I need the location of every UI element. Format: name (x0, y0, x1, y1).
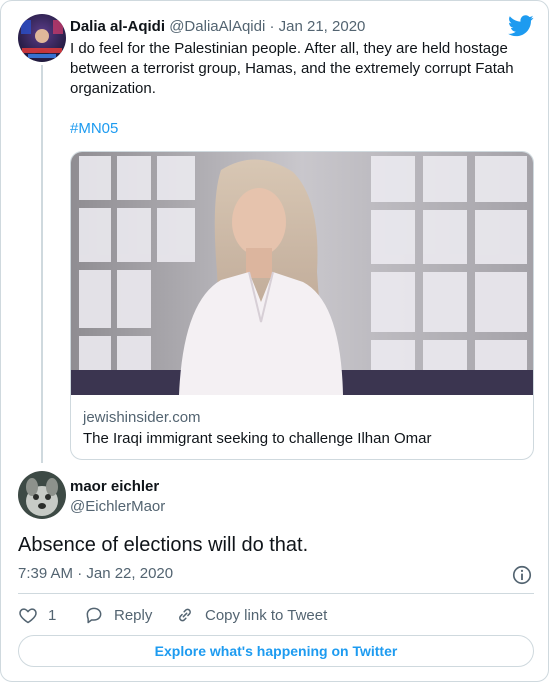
parent-handle-date[interactable]: @DaliaAlAqidi · Jan 21, 2020 (169, 18, 365, 35)
copy-link-button[interactable]: Copy link to Tweet (175, 604, 327, 626)
woman-by-window-photo-icon (71, 152, 533, 395)
reply-label: Reply (114, 606, 153, 624)
link-preview-card[interactable]: jewishinsider.com The Iraqi immigrant se… (70, 151, 534, 460)
copy-link-label: Copy link to Tweet (205, 606, 328, 624)
explore-twitter-button[interactable]: Explore what's happening on Twitter (18, 635, 534, 667)
parent-tweet-header: Dalia al-Aqidi @DaliaAlAqidi · Jan 21, 2… (70, 17, 365, 37)
reply-author-handle[interactable]: @EichlerMaor (70, 497, 165, 517)
hashtag-link[interactable]: #MN05 (70, 119, 118, 139)
like-button[interactable]: 1 (18, 604, 56, 626)
reply-timestamp[interactable]: 7:39 AM · Jan 22, 2020 (18, 564, 173, 584)
link-title: The Iraqi immigrant seeking to challenge… (83, 430, 432, 447)
avatar-dog-icon (18, 471, 66, 519)
like-count: 1 (48, 606, 57, 624)
heart-icon (19, 608, 37, 624)
link-icon (179, 608, 191, 622)
tweet-embed-card: Dalia al-Aqidi @DaliaAlAqidi · Jan 21, 2… (0, 0, 549, 682)
link-domain: jewishinsider.com (83, 409, 201, 426)
reply-author-avatar[interactable] (18, 471, 66, 519)
actions-divider (18, 593, 534, 594)
reply-tweet-text: Absence of elections will do that. (18, 534, 309, 556)
parent-tweet-text: I do feel for the Palestinian people. Af… (70, 40, 514, 97)
info-icon[interactable] (511, 564, 533, 586)
twitter-bird-icon[interactable] (508, 15, 534, 37)
reply-author-name[interactable]: maor eichler (70, 477, 159, 497)
reply-bubble-icon (86, 607, 102, 624)
avatar-dalia-icon (18, 14, 66, 62)
parent-author-name[interactable]: Dalia al-Aqidi (70, 18, 165, 35)
thread-connector-line (41, 65, 43, 463)
reply-button[interactable]: Reply (84, 604, 152, 626)
parent-author-avatar[interactable] (18, 14, 66, 62)
